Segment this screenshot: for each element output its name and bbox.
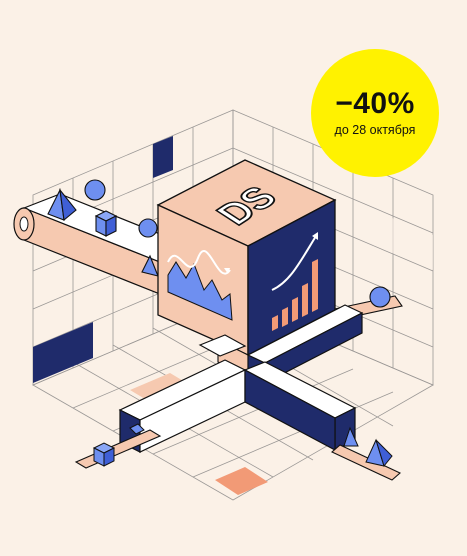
promo-banner: DS −40% до 28 октября bbox=[0, 0, 467, 556]
discount-deadline: до 28 октября bbox=[334, 123, 416, 137]
sphere-icon bbox=[84, 179, 106, 201]
cube-icon bbox=[94, 210, 118, 237]
discount-badge[interactable]: −40% до 28 октября bbox=[311, 49, 439, 177]
discount-value: −40% bbox=[335, 87, 415, 120]
